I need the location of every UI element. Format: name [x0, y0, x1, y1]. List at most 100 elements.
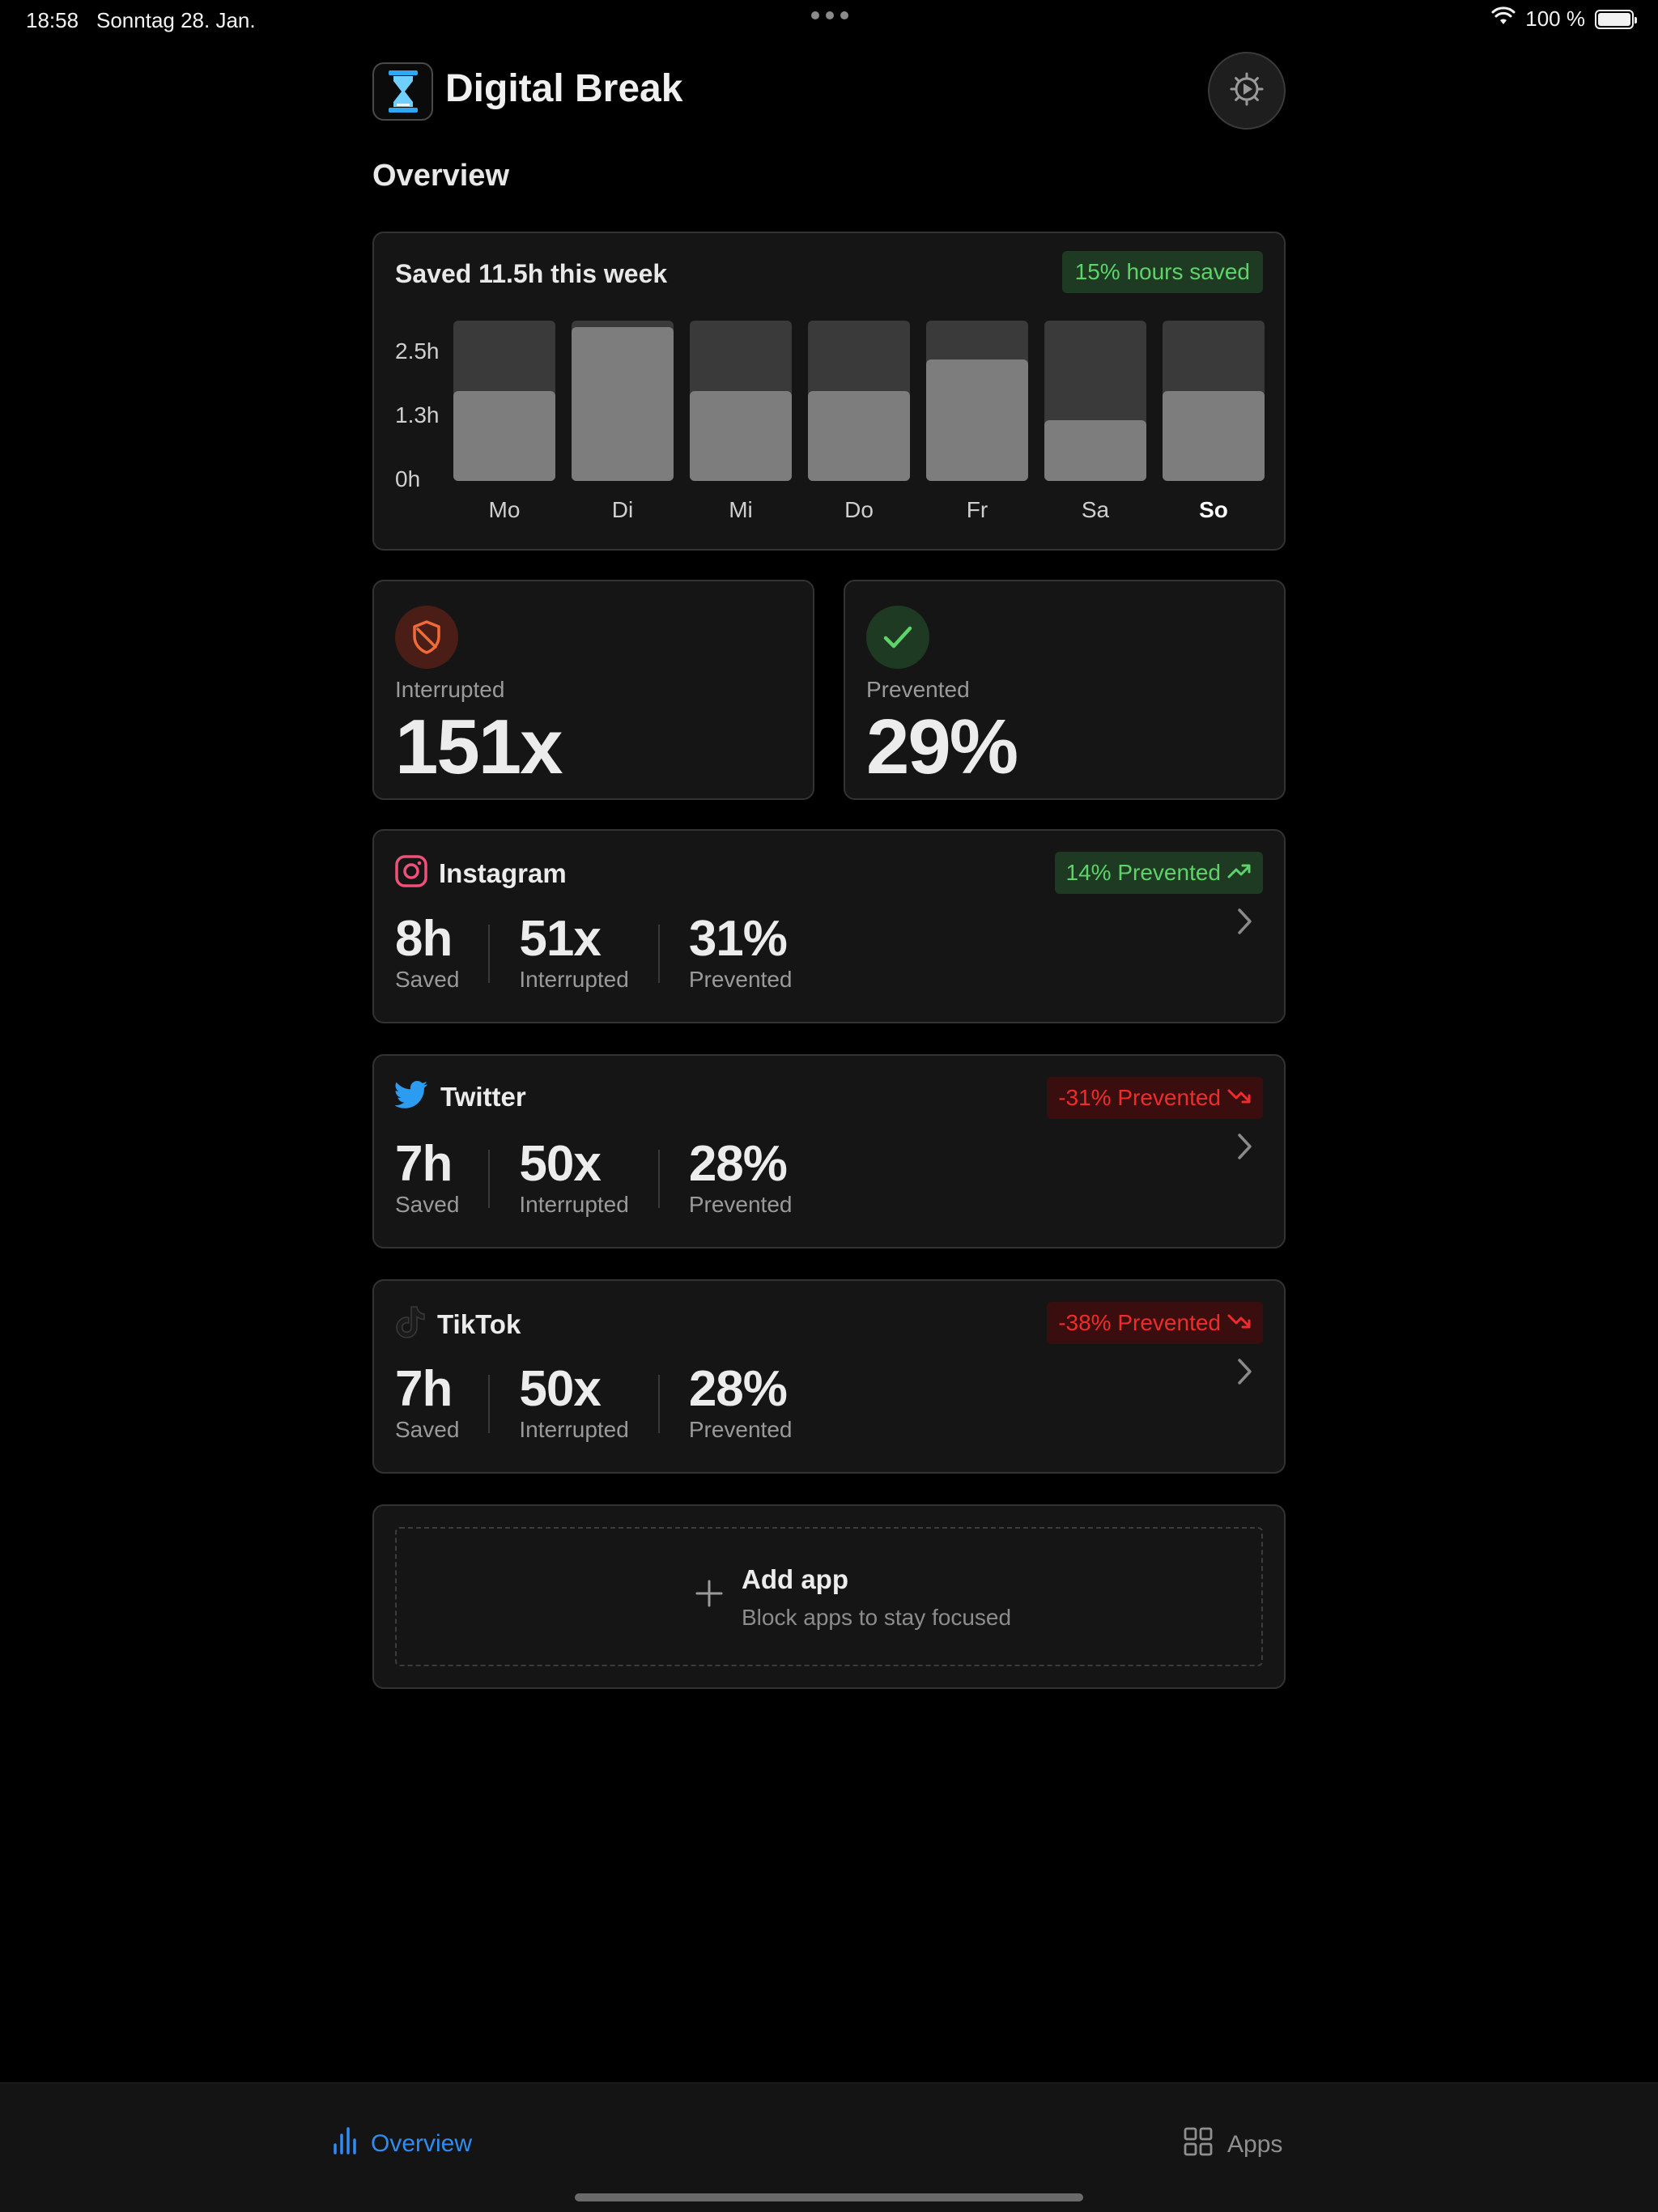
app-name: Instagram: [439, 857, 567, 888]
tab-overview-label: Overview: [371, 2130, 473, 2157]
y-tick-mid: 1.3h: [395, 402, 440, 428]
prevented-label: Prevented: [688, 967, 793, 992]
add-app-subtitle: Block apps to stay focused: [742, 1605, 1012, 1630]
app-card-twitter[interactable]: Twitter -31% Prevented 7h Saved 50x Interr…: [372, 1054, 1286, 1249]
bar: [453, 391, 555, 481]
trend-badge: -38% Prevented: [1047, 1302, 1263, 1344]
y-tick-top: 2.5h: [395, 338, 440, 364]
hours-saved-badge-label: 15% hours saved: [1074, 259, 1250, 284]
bar: [690, 391, 792, 481]
battery-icon: [1595, 9, 1637, 29]
bar: [572, 327, 674, 481]
settings-button[interactable]: [1208, 52, 1286, 130]
bar: [926, 359, 1028, 481]
bar: [808, 391, 910, 481]
prevented-label: Prevented: [688, 1417, 793, 1442]
trend-badge-label: -38% Prevented: [1058, 1310, 1221, 1335]
hourglass-icon: [372, 62, 433, 121]
add-app-dropzone[interactable]: Add app Block apps to stay focused: [395, 1527, 1263, 1666]
saved-value: 8h: [395, 911, 453, 967]
bar: [1163, 391, 1265, 481]
status-time: 18:58: [26, 8, 79, 32]
interrupted-label: Interrupted: [395, 677, 505, 702]
saved-value: 7h: [395, 1136, 453, 1192]
trend-badge: -31% Prevented: [1047, 1077, 1263, 1119]
interrupted-label: Interrupted: [519, 1192, 629, 1217]
y-tick-bottom: 0h: [395, 466, 421, 491]
bar-track: [808, 321, 910, 481]
prevented-label: Prevented: [866, 677, 970, 702]
bar-day-label: Sa: [1081, 497, 1110, 522]
prevented-value: 31%: [688, 911, 788, 967]
trend-badge-label: -31% Prevented: [1058, 1085, 1221, 1110]
app-card-tiktok[interactable]: TikTok -38% Prevented 7h Saved 50x Interru…: [372, 1279, 1286, 1474]
page-title: Overview: [372, 159, 509, 193]
saved-label: Saved: [395, 1192, 460, 1217]
trend-down-icon: [1227, 1310, 1252, 1336]
shield-icon: [395, 606, 458, 669]
status-indicators: 100 %: [1491, 6, 1637, 32]
chevron-right-icon[interactable]: [1235, 905, 1255, 942]
bar-track: [1044, 321, 1146, 481]
bar-day-label: Fr: [966, 497, 988, 522]
chevron-right-icon[interactable]: [1235, 1355, 1255, 1392]
home-indicator[interactable]: [575, 2193, 1083, 2201]
divider: [488, 925, 491, 983]
bar-day-label: Mi: [729, 497, 753, 522]
interrupted-card: Interrupted 151x: [372, 580, 814, 800]
tab-bar: Overview Apps: [0, 2082, 1658, 2212]
add-app-card[interactable]: Add app Block apps to stay focused: [372, 1504, 1286, 1689]
saved-value: 7h: [395, 1361, 453, 1417]
app-name: Twitter: [440, 1081, 526, 1112]
interrupted-value: 151x: [395, 704, 563, 790]
interrupted-label: Interrupted: [519, 1417, 629, 1442]
battery-percent: 100 %: [1525, 6, 1585, 31]
divider: [657, 1150, 660, 1208]
weekly-title: Saved 11.5h this week: [395, 259, 668, 288]
saved-label: Saved: [395, 1417, 460, 1442]
divider: [488, 1375, 491, 1433]
prevented-value: 28%: [688, 1136, 788, 1192]
instagram-icon: [395, 855, 427, 891]
bar: [1044, 420, 1146, 481]
interrupted-value: 50x: [519, 1361, 601, 1417]
tab-apps[interactable]: Apps: [1184, 2127, 1282, 2163]
wifi-icon: [1491, 6, 1516, 32]
bar-chart-icon: [332, 2127, 356, 2161]
divider: [657, 925, 660, 983]
bar-track: [572, 321, 674, 481]
bar-track: [926, 321, 1028, 481]
bar-track: [690, 321, 792, 481]
hours-saved-badge: 15% hours saved: [1061, 251, 1263, 293]
bar-day-label: Mo: [488, 497, 521, 522]
grid-icon: [1184, 2127, 1213, 2163]
bar-day-label: Di: [611, 497, 634, 522]
weekly-savings-card: Saved 11.5h this week 15% hours saved 2.…: [372, 232, 1286, 551]
add-app-title: Add app: [742, 1564, 848, 1594]
bar-day-label: Do: [844, 497, 874, 522]
trend-up-icon: [1227, 860, 1252, 886]
app-card-instagram[interactable]: Instagram 14% Prevented 8h Saved 51x Inter…: [372, 829, 1286, 1023]
prevented-card: Prevented 29%: [844, 580, 1286, 800]
gear-icon: [1227, 70, 1266, 113]
plus-icon: [695, 1579, 724, 1612]
interrupted-label: Interrupted: [519, 967, 629, 992]
prevented-value: 29%: [866, 704, 1018, 790]
trend-badge: 14% Prevented: [1054, 852, 1263, 894]
bar-day-label: So: [1199, 497, 1228, 522]
trend-badge-label: 14% Prevented: [1065, 860, 1221, 885]
prevented-value: 28%: [688, 1361, 788, 1417]
trend-down-icon: [1227, 1085, 1252, 1111]
interrupted-value: 50x: [519, 1136, 601, 1192]
check-icon: [866, 606, 929, 669]
multitasking-dots[interactable]: [811, 11, 848, 19]
app-name: TikTok: [437, 1308, 521, 1339]
chevron-right-icon[interactable]: [1235, 1130, 1255, 1167]
tab-overview[interactable]: Overview: [332, 2127, 472, 2161]
bar-track: [1163, 321, 1265, 481]
prevented-label: Prevented: [688, 1192, 793, 1217]
divider: [488, 1150, 491, 1208]
tab-apps-label: Apps: [1227, 2131, 1283, 2158]
tiktok-icon: [395, 1305, 426, 1343]
interrupted-value: 51x: [519, 911, 601, 967]
